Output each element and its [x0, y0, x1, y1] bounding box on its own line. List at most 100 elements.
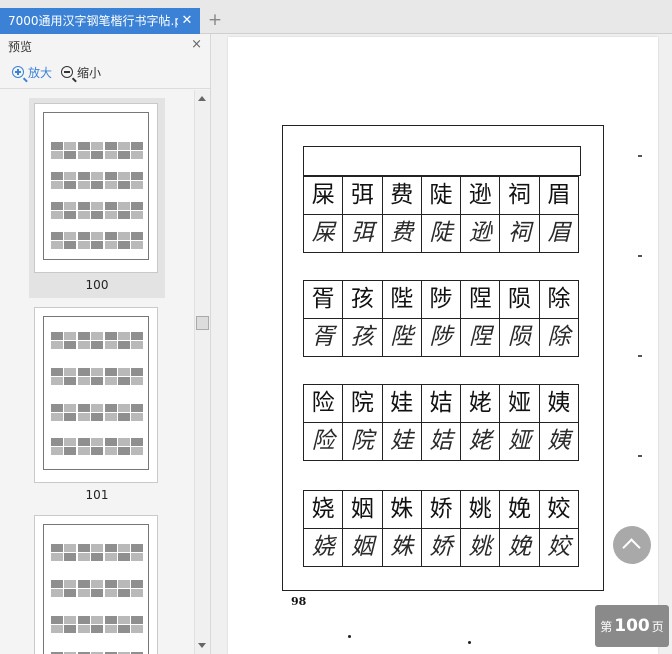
zoom-out-icon — [61, 66, 73, 78]
character-cell: 娇 — [420, 529, 460, 566]
scan-mark — [638, 455, 642, 457]
back-to-top-button[interactable] — [613, 526, 651, 564]
page-indicator-value: 100 — [614, 616, 650, 636]
character-cell: 娅 — [499, 385, 538, 422]
sidebar-divider — [0, 88, 210, 89]
page-indicator: 第 100 页 — [595, 605, 669, 647]
preview-sidebar: 预览 × 放大 缩小 100 101 — [0, 34, 211, 654]
sidebar-header: 预览 × — [0, 34, 210, 58]
character-cell: 娃 — [381, 385, 421, 422]
character-cell: 姻 — [342, 529, 381, 566]
character-cell: 姝 — [381, 529, 421, 566]
character-group: 险院娃姞姥娅姨险院娃姞姥娅姨 — [303, 384, 579, 461]
character-cell: 院 — [342, 385, 381, 422]
practice-frame: 屎弭费陡逊祠眉屎弭费陡逊祠眉胥孩陛陟陧陨除胥孩陛陟陧陨除险院娃姞姥娅姨险院娃姞姥… — [282, 125, 604, 591]
thumbnail-label: 100 — [85, 278, 109, 292]
character-cell: 陡 — [420, 177, 460, 214]
character-cell: 娇 — [420, 491, 460, 528]
thumbnail-image — [34, 103, 158, 273]
tracing-character-row: 娆姻姝娇姚娩姣 — [304, 528, 578, 566]
tracing-character-row: 险院娃姞姥娅姨 — [304, 422, 578, 460]
character-cell: 逊 — [460, 177, 499, 214]
zoom-out-button[interactable]: 缩小 — [61, 62, 101, 84]
character-cell: 姞 — [420, 385, 460, 422]
character-cell: 陟 — [420, 319, 460, 356]
character-cell: 姚 — [460, 491, 499, 528]
character-cell: 姣 — [538, 491, 578, 528]
character-cell: 陛 — [381, 319, 421, 356]
scrollbar-thumb[interactable] — [196, 316, 209, 330]
character-cell: 娆 — [311, 534, 335, 560]
thumbnail-image — [34, 515, 158, 654]
tab-bar: 7000通用汉字钢笔楷行书字帖.p ✕ + — [0, 0, 672, 34]
character-cell: 胥 — [311, 324, 335, 350]
thumbnail-page-102[interactable] — [29, 510, 165, 654]
tracing-character-row: 屎弭费陡逊祠眉 — [304, 214, 578, 252]
sidebar-title: 预览 — [8, 40, 33, 54]
scan-mark — [468, 641, 471, 644]
zoom-in-button[interactable]: 放大 — [12, 62, 52, 84]
zoom-in-icon — [12, 66, 24, 78]
scan-mark — [638, 255, 642, 257]
character-cell: 孩 — [342, 319, 381, 356]
character-cell: 娆 — [311, 496, 335, 522]
character-cell: 眉 — [538, 215, 578, 252]
thumbnail-list: 100 101 — [0, 90, 194, 654]
character-cell: 娩 — [499, 491, 538, 528]
character-cell: 祠 — [499, 177, 538, 214]
character-cell: 姞 — [420, 423, 460, 460]
page-indicator-prefix: 第 — [600, 620, 613, 634]
character-cell: 姣 — [538, 529, 578, 566]
character-cell: 费 — [381, 215, 421, 252]
character-cell: 姝 — [381, 491, 421, 528]
printed-page-number: 98 — [291, 595, 307, 608]
character-cell: 陨 — [499, 319, 538, 356]
header-strip — [303, 146, 581, 176]
tracing-character-row: 胥孩陛陟陧陨除 — [304, 318, 578, 356]
character-cell: 费 — [381, 177, 421, 214]
document-tab[interactable]: 7000通用汉字钢笔楷行书字帖.p ✕ — [0, 8, 200, 34]
page-indicator-suffix: 页 — [651, 620, 664, 634]
close-tab-icon[interactable]: ✕ — [180, 8, 194, 34]
document-tab-title: 7000通用汉字钢笔楷行书字帖.p — [8, 14, 178, 28]
thumbnail-label: 101 — [85, 488, 109, 502]
new-tab-button[interactable]: + — [206, 10, 224, 30]
document-page: 屎弭费陡逊祠眉屎弭费陡逊祠眉胥孩陛陟陧陨除胥孩陛陟陧陨除险院娃姞姥娅姨险院娃姞姥… — [228, 37, 658, 654]
character-cell: 弭 — [342, 177, 381, 214]
character-cell: 陧 — [460, 319, 499, 356]
character-cell: 娅 — [499, 423, 538, 460]
chevron-up-icon — [622, 538, 641, 557]
character-cell: 祠 — [499, 215, 538, 252]
character-cell: 眉 — [538, 177, 578, 214]
model-character-row: 险院娃姞姥娅姨 — [304, 385, 578, 422]
character-cell: 姥 — [460, 385, 499, 422]
sidebar-close-icon[interactable]: × — [191, 37, 202, 52]
model-character-row: 胥孩陛陟陧陨除 — [304, 281, 578, 318]
document-viewer[interactable]: 屎弭费陡逊祠眉屎弭费陡逊祠眉胥孩陛陟陧陨除胥孩陛陟陧陨除险院娃姞姥娅姨险院娃姞姥… — [211, 34, 672, 654]
character-cell: 除 — [538, 319, 578, 356]
character-group: 胥孩陛陟陧陨除胥孩陛陟陧陨除 — [303, 280, 579, 357]
character-cell: 屎 — [311, 182, 335, 208]
scroll-up-icon[interactable] — [198, 96, 206, 101]
character-cell: 陧 — [460, 281, 499, 318]
character-cell: 姚 — [460, 529, 499, 566]
zoom-out-label: 缩小 — [77, 66, 102, 80]
thumbnail-page-101[interactable]: 101 — [29, 302, 165, 502]
character-cell: 险 — [311, 428, 335, 454]
character-cell: 孩 — [342, 281, 381, 318]
scan-mark — [638, 355, 642, 357]
character-cell: 除 — [538, 281, 578, 318]
thumbnail-page-100[interactable]: 100 — [29, 98, 165, 298]
thumbnail-scrollbar[interactable] — [194, 90, 210, 654]
character-cell: 陨 — [499, 281, 538, 318]
character-cell: 姨 — [538, 423, 578, 460]
scroll-down-icon[interactable] — [198, 643, 206, 648]
character-cell: 陟 — [420, 281, 460, 318]
character-cell: 险 — [311, 390, 335, 416]
zoom-controls: 放大 缩小 — [0, 62, 210, 84]
character-cell: 姻 — [342, 491, 381, 528]
character-cell: 逊 — [460, 215, 499, 252]
model-character-row: 屎弭费陡逊祠眉 — [304, 177, 578, 214]
character-cell: 屎 — [311, 220, 335, 246]
scan-mark — [348, 635, 351, 638]
